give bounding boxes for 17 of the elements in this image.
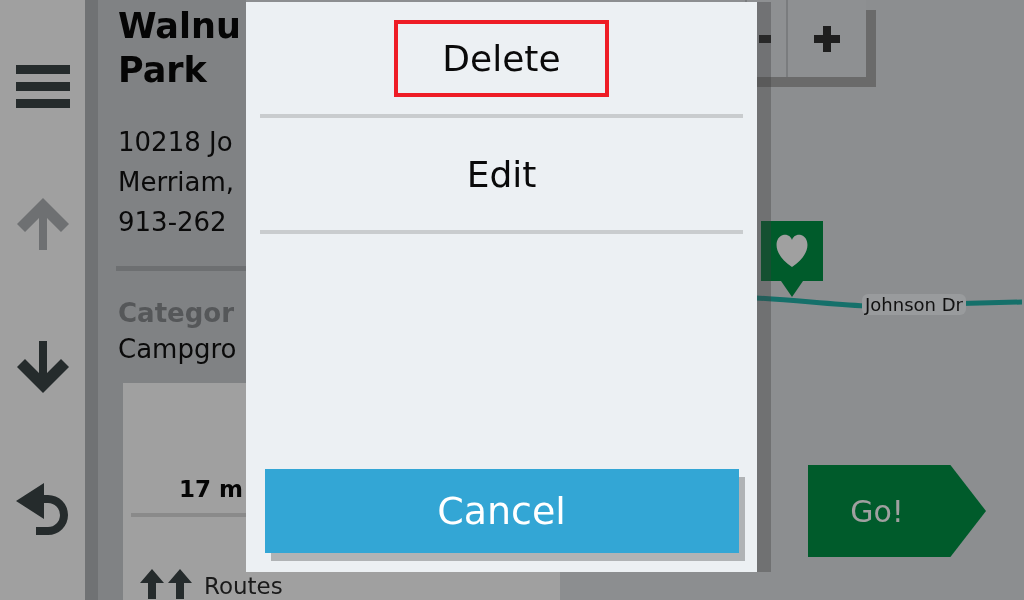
minus-icon xyxy=(759,34,771,43)
routes-icon[interactable] xyxy=(140,569,192,599)
routes-label[interactable]: Routes xyxy=(204,574,283,599)
undo-arrow-icon[interactable] xyxy=(15,482,70,535)
trip-time: 17 m xyxy=(178,475,244,503)
menu-option[interactable]: Delete xyxy=(394,19,609,97)
menu-option[interactable]: Edit xyxy=(418,135,585,213)
menu-icon[interactable] xyxy=(15,65,70,109)
place-title: Walnu xyxy=(118,5,242,48)
place-title: Park xyxy=(118,49,208,92)
address-line: Merriam, xyxy=(118,166,236,199)
address-line: 913-262 xyxy=(118,206,228,239)
category-value: Campgro xyxy=(118,333,238,366)
plus-icon xyxy=(814,25,840,52)
road-label: Johnson Dr xyxy=(862,294,966,315)
down-arrow-icon[interactable] xyxy=(16,340,69,393)
address-line: 10218 Jo xyxy=(118,126,234,159)
